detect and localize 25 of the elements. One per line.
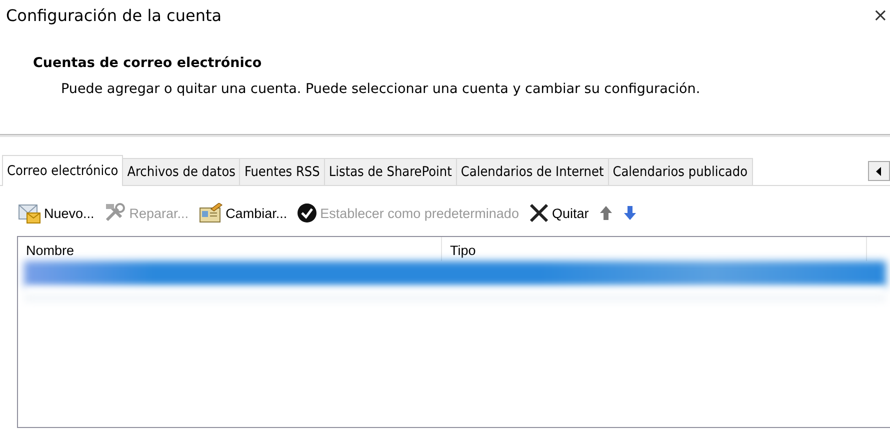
check-circle-icon [297, 203, 318, 223]
down-arrow-icon [622, 205, 637, 221]
card-pencil-icon [198, 203, 223, 223]
caret-left-icon [876, 166, 882, 176]
remove-button[interactable]: Quitar [528, 203, 589, 223]
move-down-button[interactable] [622, 205, 637, 221]
envelope-icon [17, 202, 41, 224]
section-description: Puede agregar o quitar una cuenta. Puede seleccionar una cuenta y cambiar su configuración. [60, 81, 702, 97]
close-button[interactable]: × [870, 4, 890, 26]
accounts-list[interactable]: Nombre Tipo [17, 236, 890, 428]
tab[interactable]: Calendarios de Internet [456, 158, 609, 185]
tab[interactable]: Listas de SharePoint [324, 158, 457, 185]
tools-icon [104, 203, 126, 223]
remove-x-icon [528, 203, 549, 223]
new-button[interactable]: Nuevo... [17, 202, 94, 224]
blurred-row[interactable] [24, 261, 886, 287]
tab[interactable]: Fuentes RSS [239, 158, 325, 185]
tab[interactable]: Calendarios publicado [608, 158, 752, 185]
scroll-left-button[interactable] [868, 161, 890, 181]
up-arrow-icon [598, 205, 613, 221]
change-button[interactable]: Cambiar... [198, 203, 288, 223]
tab[interactable]: Correo electrónico [2, 155, 124, 186]
tab[interactable]: Archivos de datos [122, 158, 240, 185]
section-heading: Cuentas de correo electrónico [33, 55, 263, 71]
window-title: Configuración de la cuenta [6, 6, 222, 24]
